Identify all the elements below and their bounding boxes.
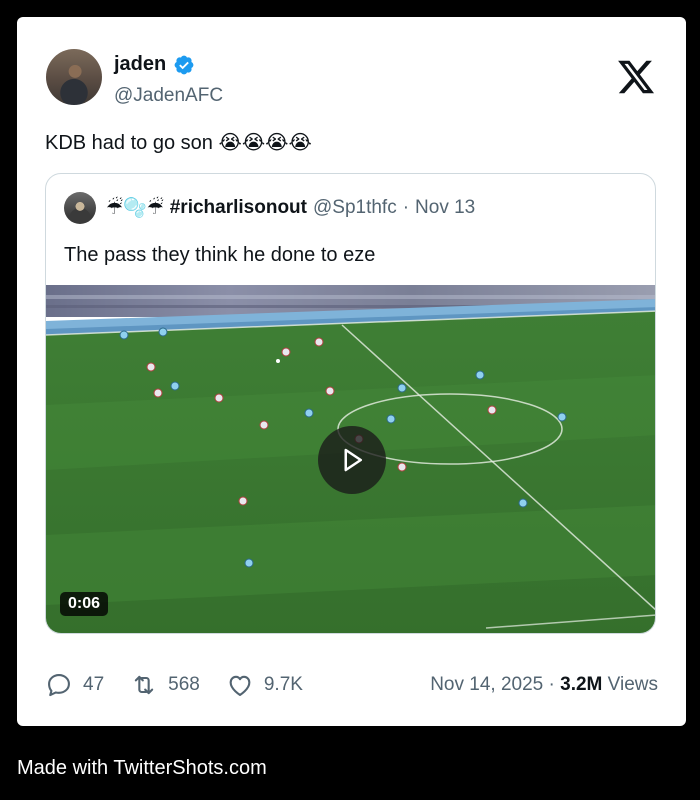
- x-logo-icon[interactable]: [616, 57, 656, 97]
- video-player[interactable]: 0:06: [46, 285, 655, 633]
- footer-watermark: Made with TwitterShots.com: [17, 757, 267, 779]
- play-icon: [344, 448, 362, 472]
- tweet-meta: Nov 14, 2025 · 3.2M Views: [430, 674, 658, 696]
- tweet-actions: 47 568 9.7K: [45, 671, 329, 699]
- author-name[interactable]: jaden: [114, 53, 166, 76]
- video-duration: 0:06: [60, 592, 109, 616]
- quoted-name-emojis: ☔🫧☔: [106, 198, 164, 219]
- like-button[interactable]: 9.7K: [226, 671, 303, 699]
- verified-badge-icon: [174, 55, 194, 74]
- quoted-date[interactable]: Nov 13: [415, 197, 475, 219]
- like-count: 9.7K: [263, 674, 303, 695]
- author-avatar[interactable]: [46, 49, 102, 105]
- quoted-text: The pass they think he done to eze: [64, 244, 376, 266]
- retweet-icon: [134, 675, 154, 695]
- reply-button[interactable]: 47: [45, 671, 104, 699]
- quoted-tweet[interactable]: ☔🫧☔ #richarlisonout @Sp1thfc · Nov 13 Th…: [45, 173, 656, 634]
- quoted-header: ☔🫧☔ #richarlisonout @Sp1thfc · Nov 13: [106, 196, 475, 220]
- views-count: 3.2M: [560, 674, 603, 695]
- views-label: Views: [607, 674, 658, 695]
- retweet-count: 568: [168, 674, 200, 695]
- quoted-author-avatar[interactable]: [64, 192, 96, 224]
- tweet-text: KDB had to go son 😭😭😭😭: [45, 132, 312, 154]
- quoted-author-handle[interactable]: @Sp1thfc: [313, 197, 397, 219]
- tweet-card: jaden @JadenAFC KDB had to go son 😭😭😭😭 ☔…: [17, 17, 686, 726]
- tweet-date[interactable]: Nov 14, 2025: [430, 674, 543, 695]
- author-name-row: jaden: [114, 53, 195, 76]
- quoted-author-name[interactable]: #richarlisonout: [170, 197, 307, 219]
- reply-icon: [48, 674, 70, 697]
- author-handle[interactable]: @JadenAFC: [114, 85, 223, 107]
- reply-count: 47: [83, 674, 105, 695]
- retweet-button[interactable]: 568: [130, 671, 200, 699]
- heart-icon: [229, 675, 251, 696]
- meta-separator: ·: [548, 674, 555, 695]
- play-button[interactable]: [318, 426, 386, 494]
- quoted-separator: ·: [402, 197, 410, 218]
